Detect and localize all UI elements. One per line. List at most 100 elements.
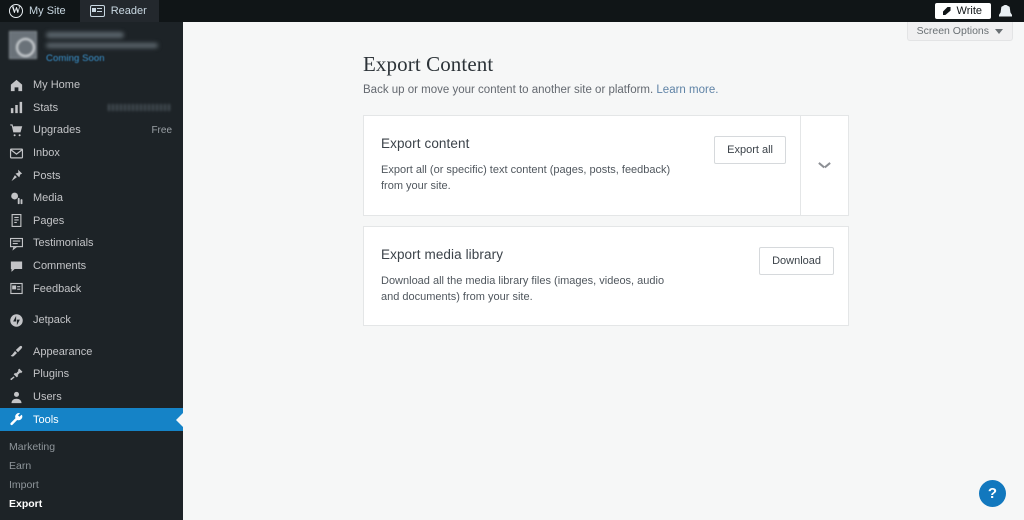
sidebar-item-upgrades[interactable]: Upgrades Free bbox=[0, 119, 183, 142]
testimonial-icon bbox=[9, 236, 24, 251]
sidebar-item-appearance[interactable]: Appearance bbox=[0, 341, 183, 364]
comment-icon bbox=[9, 259, 24, 274]
card-title: Export content bbox=[381, 136, 470, 151]
card-description: Export all (or specific) text content (p… bbox=[381, 164, 671, 193]
download-media-button[interactable]: Download bbox=[759, 246, 834, 275]
learn-more-link[interactable]: Learn more. bbox=[656, 84, 718, 96]
card-action: Download bbox=[759, 227, 848, 326]
masterbar-my-site[interactable]: My Site bbox=[0, 0, 80, 22]
sidebar-item-label: Comments bbox=[33, 260, 87, 273]
cards-list: Export content Export all (or specific) … bbox=[183, 96, 1024, 327]
submenu-item-label: Marketing bbox=[9, 441, 56, 454]
stats-sparkline bbox=[108, 104, 172, 112]
card-title: Export media library bbox=[381, 246, 504, 262]
export-content-card: Export content Export all (or specific) … bbox=[363, 115, 849, 216]
sidebar-item-my-home[interactable]: My Home bbox=[0, 74, 183, 97]
sidebar-item-users[interactable]: Users bbox=[0, 386, 183, 409]
sidebar-item-feedback[interactable]: Feedback bbox=[0, 277, 183, 300]
site-icon-thumbnail bbox=[9, 31, 37, 59]
site-title-redacted bbox=[46, 32, 124, 38]
site-url-redacted bbox=[46, 43, 158, 48]
page-subtitle-text: Back up or move your content to another … bbox=[363, 84, 654, 96]
sidebar-item-label: Pages bbox=[33, 214, 65, 227]
masterbar-reader[interactable]: Reader bbox=[79, 0, 159, 22]
sidebar-item-plugins[interactable]: Plugins bbox=[0, 363, 183, 386]
sidebar-item-media[interactable]: Media bbox=[0, 187, 183, 210]
sidebar-item-label: My Home bbox=[33, 79, 81, 92]
reader-label: Reader bbox=[110, 5, 147, 17]
home-icon bbox=[9, 78, 24, 93]
sidebar-item-label: Posts bbox=[33, 169, 61, 182]
help-button[interactable]: ? bbox=[979, 480, 1006, 507]
sidebar-item-comments[interactable]: Comments bbox=[0, 255, 183, 278]
wordpress-admin-screen: My Site Reader Write Coming Soon My Home bbox=[0, 0, 1024, 520]
sidebar-item-testimonials[interactable]: Testimonials bbox=[0, 232, 183, 255]
sidebar-item-inbox[interactable]: Inbox bbox=[0, 142, 183, 165]
sidebar-item-label: Media bbox=[33, 192, 63, 205]
submenu-item-marketing[interactable]: Marketing bbox=[0, 438, 183, 457]
export-media-library-card: Export media library Download all the me… bbox=[363, 225, 849, 327]
sidebar-item-tools[interactable]: Tools bbox=[0, 408, 183, 431]
sidebar: Coming Soon My Home Stats Upgrades Free … bbox=[0, 22, 183, 520]
submenu-item-export[interactable]: Export bbox=[0, 495, 183, 514]
sidebar-item-label: Testimonials bbox=[33, 237, 94, 250]
feedback-icon bbox=[9, 281, 24, 296]
my-site-label: My Site bbox=[29, 5, 66, 17]
submenu-item-earn[interactable]: Earn bbox=[0, 457, 183, 476]
sidebar-item-label: Tools bbox=[33, 413, 59, 426]
sidebar-item-label: Stats bbox=[33, 101, 59, 114]
plug-icon bbox=[9, 367, 24, 382]
user-icon bbox=[9, 390, 24, 405]
sidebar-item-label: Feedback bbox=[33, 282, 82, 295]
sidebar-item-posts[interactable]: Posts bbox=[0, 164, 183, 187]
content-area: Screen Options Export Content Back up or… bbox=[183, 22, 1024, 520]
cart-icon bbox=[9, 123, 24, 138]
submenu-item-import[interactable]: Import bbox=[0, 476, 183, 495]
sidebar-item-jetpack[interactable]: Jetpack bbox=[0, 309, 183, 332]
sidebar-item-stats[interactable]: Stats bbox=[0, 97, 183, 120]
stats-bars-icon bbox=[9, 100, 24, 115]
notifications-bell-icon[interactable] bbox=[999, 4, 1012, 17]
page-header: Export Content Back up or move your cont… bbox=[183, 22, 1024, 96]
site-meta: Coming Soon bbox=[46, 31, 158, 64]
media-icon bbox=[9, 191, 24, 206]
wrench-icon bbox=[9, 412, 24, 427]
sidebar-item-label: Jetpack bbox=[33, 314, 71, 327]
nav-divider-gap bbox=[0, 300, 183, 309]
write-button[interactable]: Write bbox=[934, 3, 991, 19]
upgrades-plan-badge: Free bbox=[151, 124, 172, 136]
page-icon bbox=[9, 213, 24, 228]
sidebar-item-label: Appearance bbox=[33, 345, 93, 358]
current-site-card[interactable]: Coming Soon bbox=[0, 22, 183, 70]
card-description: Download all the media library files (im… bbox=[381, 274, 665, 303]
paintbrush-icon bbox=[9, 344, 24, 359]
screen-options-toggle[interactable]: Screen Options bbox=[906, 22, 1013, 41]
tools-submenu: Marketing Earn Import Export bbox=[0, 431, 183, 514]
chevron-down-icon bbox=[819, 162, 830, 168]
page-title: Export Content bbox=[363, 52, 494, 76]
selected-indicator-arrow bbox=[176, 411, 183, 428]
pin-icon bbox=[9, 168, 24, 183]
sidebar-item-label: Users bbox=[33, 391, 62, 404]
screen-options-label: Screen Options bbox=[916, 25, 989, 37]
quill-pen-icon bbox=[942, 6, 952, 16]
card-body: Export media library Download all the me… bbox=[364, 227, 759, 326]
envelope-icon bbox=[9, 146, 24, 161]
reader-icon bbox=[89, 5, 105, 17]
masterbar: My Site Reader Write bbox=[0, 0, 1024, 22]
export-all-button[interactable]: Export all bbox=[714, 136, 786, 164]
nav-divider-gap-2 bbox=[0, 332, 183, 341]
page-subtitle: Back up or move your content to another … bbox=[363, 84, 1024, 96]
coming-soon-badge: Coming Soon bbox=[46, 53, 105, 64]
wordpress-logo-icon bbox=[9, 4, 23, 18]
submenu-item-label: Export bbox=[9, 498, 43, 511]
sidebar-nav: My Home Stats Upgrades Free Inbox Posts bbox=[0, 70, 183, 514]
sidebar-item-label: Plugins bbox=[33, 368, 70, 381]
sidebar-item-pages[interactable]: Pages bbox=[0, 210, 183, 233]
sidebar-item-label: Inbox bbox=[33, 147, 60, 160]
chevron-down-icon bbox=[995, 28, 1003, 34]
submenu-item-label: Earn bbox=[9, 460, 32, 473]
expand-export-options-toggle[interactable] bbox=[800, 116, 848, 215]
sidebar-item-label: Upgrades bbox=[33, 124, 81, 137]
jetpack-icon bbox=[9, 313, 24, 328]
